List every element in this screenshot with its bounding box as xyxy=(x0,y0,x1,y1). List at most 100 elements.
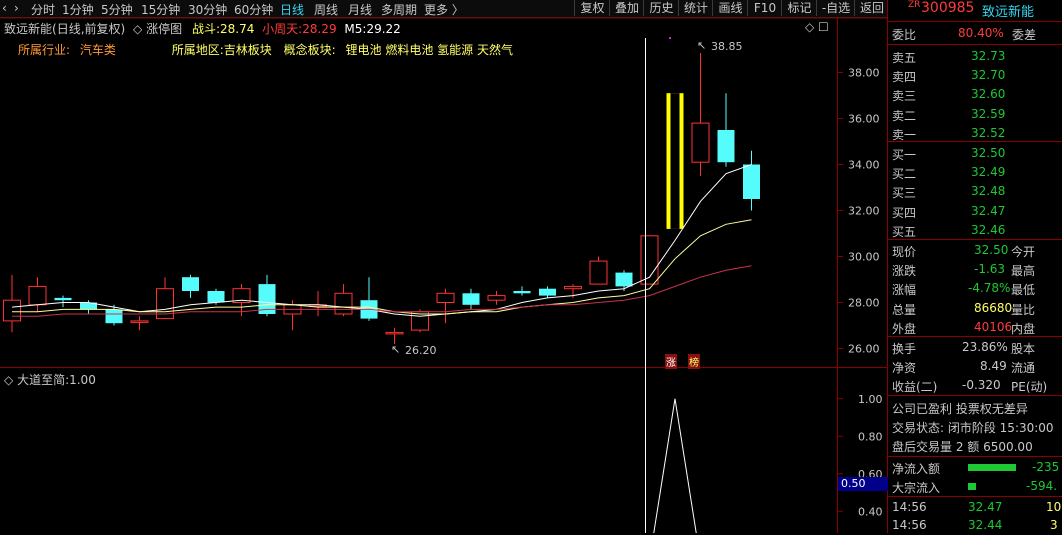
divider xyxy=(888,496,1062,497)
stat-tail-label: 最低 xyxy=(1011,283,1036,298)
indicator-name: 大道至简:1.00 xyxy=(17,373,96,387)
bid-price: 32.50 xyxy=(971,146,1006,160)
f10-button[interactable]: F10 xyxy=(747,0,782,16)
candle-body xyxy=(462,293,480,305)
high-arrow-icon: ↖ xyxy=(697,39,707,52)
indicator-toggle-icon[interactable]: ◇ xyxy=(4,373,13,387)
code-prefix: ZR xyxy=(908,0,921,10)
candle-body xyxy=(691,122,710,163)
xiaozhou-value: 28.29 xyxy=(302,22,337,36)
candle-body xyxy=(589,260,608,285)
industry-info-line: 所属行业: 汽车类 所属地区:吉林板块 概念板块: 锂电池 燃料电池 氢能源 天… xyxy=(18,41,513,58)
candle-body xyxy=(80,302,97,310)
price-tick-label: 34.00 xyxy=(848,159,880,172)
mark-button[interactable]: 标记 xyxy=(781,0,817,16)
fuquan-button[interactable]: 复权 xyxy=(574,0,610,16)
candle-body xyxy=(436,292,455,303)
candle-body xyxy=(564,285,582,290)
industry-value: 汽车类 xyxy=(79,43,116,57)
bid-price: 32.46 xyxy=(971,222,1006,237)
flow-value: -235 xyxy=(1032,460,1060,474)
stat-value: -0.320 xyxy=(962,378,1001,392)
candle-body xyxy=(615,272,633,287)
stat-label: 涨跌 xyxy=(892,264,917,279)
stat-value: -1.63 xyxy=(974,262,1006,277)
nav-right-arrow-icon[interactable]: › xyxy=(14,1,19,15)
ask-row: 卖二 32.59 xyxy=(888,105,1062,124)
stat-tail-label: 最高 xyxy=(1011,264,1036,279)
xiaozhou-label: 小周天: xyxy=(262,22,303,36)
tab-timeframe-more[interactable]: 更多 〉 xyxy=(424,1,464,18)
moving-average-line xyxy=(12,265,752,317)
tab-timeframe-60min[interactable]: 60分钟 xyxy=(234,1,273,18)
tab-timeframe-multi[interactable]: 多周期 xyxy=(381,1,417,18)
divider xyxy=(888,395,1062,396)
collapse-icon[interactable]: ◇ xyxy=(133,22,142,36)
nav-left-arrow-icon[interactable]: ‹ xyxy=(2,1,7,15)
flow-label: 净流入额 xyxy=(892,462,941,476)
moving-average-line xyxy=(12,219,752,315)
candle-body xyxy=(513,291,531,294)
tick-row: 14:56 32.47 10 xyxy=(888,498,1062,517)
moving-average-line xyxy=(11,164,752,317)
stat-label: 外盘 xyxy=(892,321,917,336)
tab-timeframe-15min[interactable]: 15分钟 xyxy=(141,1,180,18)
stat-tail-label: 量比 xyxy=(1011,302,1036,317)
after-hours: 盘后交易量 2 额 6500.00 xyxy=(892,440,1033,454)
bid-label: 买五 xyxy=(892,224,917,239)
stat-value: 23.86% xyxy=(962,340,1008,354)
candle-body xyxy=(411,311,429,331)
draw-line-button[interactable]: 画线 xyxy=(712,0,748,16)
trade-status: 交易状态: 闭市阶段 15:30:00 xyxy=(892,421,1054,435)
tab-timeframe-daily[interactable]: 日线 xyxy=(280,1,304,18)
ask-label: 卖五 xyxy=(892,51,917,65)
stat-row: 换手 23.86% 股本 xyxy=(888,338,1062,357)
zt-chart-label[interactable]: 涨停图 xyxy=(146,22,182,36)
remove-watchlist-button[interactable]: -自选 xyxy=(816,0,855,16)
stat-label: 现价 xyxy=(892,245,917,259)
back-button[interactable]: 返回 xyxy=(854,0,889,16)
tick-price: 32.44 xyxy=(968,518,1003,532)
stat-tail-label: 今开 xyxy=(1011,245,1036,259)
candle-body xyxy=(666,93,684,229)
bid-row: 买三 32.48 xyxy=(888,182,1062,201)
concept-label: 概念板块: xyxy=(283,43,336,57)
weicha-label: 委差 xyxy=(1012,28,1037,42)
bid-row: 买五 32.46 xyxy=(888,221,1062,240)
tick-time: 14:56 xyxy=(892,518,927,532)
weibi-value: 80.40% xyxy=(958,26,1004,40)
flow-row: 净流入额 -235 xyxy=(888,458,1062,477)
tick-volume: 10 xyxy=(1046,500,1062,514)
overlay-button[interactable]: 叠加 xyxy=(609,0,644,16)
history-button[interactable]: 历史 xyxy=(643,0,679,16)
window-controls-icon[interactable]: ◇ ☐ xyxy=(805,20,829,34)
ask-row: 卖一 32.52 xyxy=(888,124,1062,143)
statistics-button[interactable]: 统计 xyxy=(678,0,713,16)
tab-timeframe-fenshi[interactable]: 分时 xyxy=(31,1,55,18)
bid-row: 买四 32.47 xyxy=(888,202,1062,221)
candle-body xyxy=(232,288,251,304)
zhandou-value: 28.74 xyxy=(219,22,255,36)
stat-label: 总量 xyxy=(892,302,917,317)
candle-body xyxy=(3,299,21,322)
bid-row: 买二 32.49 xyxy=(888,163,1062,182)
tab-timeframe-5min[interactable]: 5分钟 xyxy=(101,1,133,18)
stat-row: 总量 86680 量比 xyxy=(888,299,1062,318)
tick-time: 14:56 xyxy=(892,500,927,514)
bid-label: 买二 xyxy=(892,167,917,182)
candle-body xyxy=(130,320,149,323)
divider xyxy=(888,44,1062,45)
bid-price: 32.48 xyxy=(971,184,1006,199)
bid-row: 买一 32.50 xyxy=(888,144,1062,163)
tab-timeframe-1min[interactable]: 1分钟 xyxy=(62,1,94,18)
tab-timeframe-monthly[interactable]: 月线 xyxy=(348,1,372,18)
ask-row: 卖三 32.60 xyxy=(888,85,1062,104)
stat-label: 换手 xyxy=(892,342,917,356)
candle-body xyxy=(182,277,199,291)
candle-body xyxy=(258,284,276,314)
tab-timeframe-weekly[interactable]: 周线 xyxy=(314,1,338,18)
price-tick-label: 28.00 xyxy=(848,297,880,310)
candle-body xyxy=(539,288,556,296)
candle-body xyxy=(717,130,735,163)
tab-timeframe-30min[interactable]: 30分钟 xyxy=(188,1,227,18)
